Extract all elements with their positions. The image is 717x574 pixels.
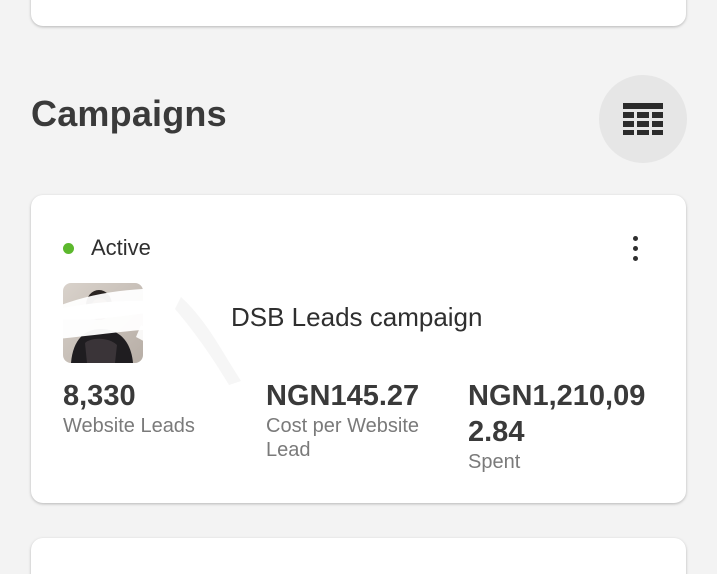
metric-cost-per-lead: NGN145.27 Cost per Website Lead xyxy=(266,378,446,462)
more-options-button[interactable] xyxy=(621,231,649,265)
campaign-name[interactable]: DSB Leads campaign xyxy=(231,302,482,333)
metric-label: Cost per Website Lead xyxy=(266,415,420,461)
campaign-image xyxy=(63,283,143,363)
campaigns-page: Campaigns Active DSB Leads campaign 8,33… xyxy=(0,0,717,574)
more-vertical-icon xyxy=(632,235,638,241)
table-view-button[interactable] xyxy=(599,75,687,163)
table-grid-icon xyxy=(623,103,663,135)
metric-label: Spent xyxy=(468,451,521,473)
section-title: Campaigns xyxy=(31,93,227,134)
campaign-card[interactable]: Active DSB Leads campaign 8,330 Website … xyxy=(31,195,686,503)
metric-label: Website Leads xyxy=(63,415,195,437)
status-label: Active xyxy=(91,235,151,260)
metric-value: 8,330 xyxy=(63,380,136,412)
campaign-status: Active xyxy=(63,235,151,261)
more-vertical-icon-dot xyxy=(632,245,638,251)
status-dot-icon xyxy=(63,242,74,254)
metric-website-leads: 8,330 Website Leads xyxy=(63,378,253,438)
next-card[interactable] xyxy=(31,538,686,574)
metric-value: NGN145.27 xyxy=(266,380,420,412)
previous-card xyxy=(31,0,686,26)
more-vertical-icon-dot xyxy=(632,255,638,261)
metric-value: NGN1,210,092.84 xyxy=(468,380,646,448)
metric-spent: NGN1,210,092.84 Spent xyxy=(468,378,653,474)
campaign-thumbnail xyxy=(63,283,143,363)
